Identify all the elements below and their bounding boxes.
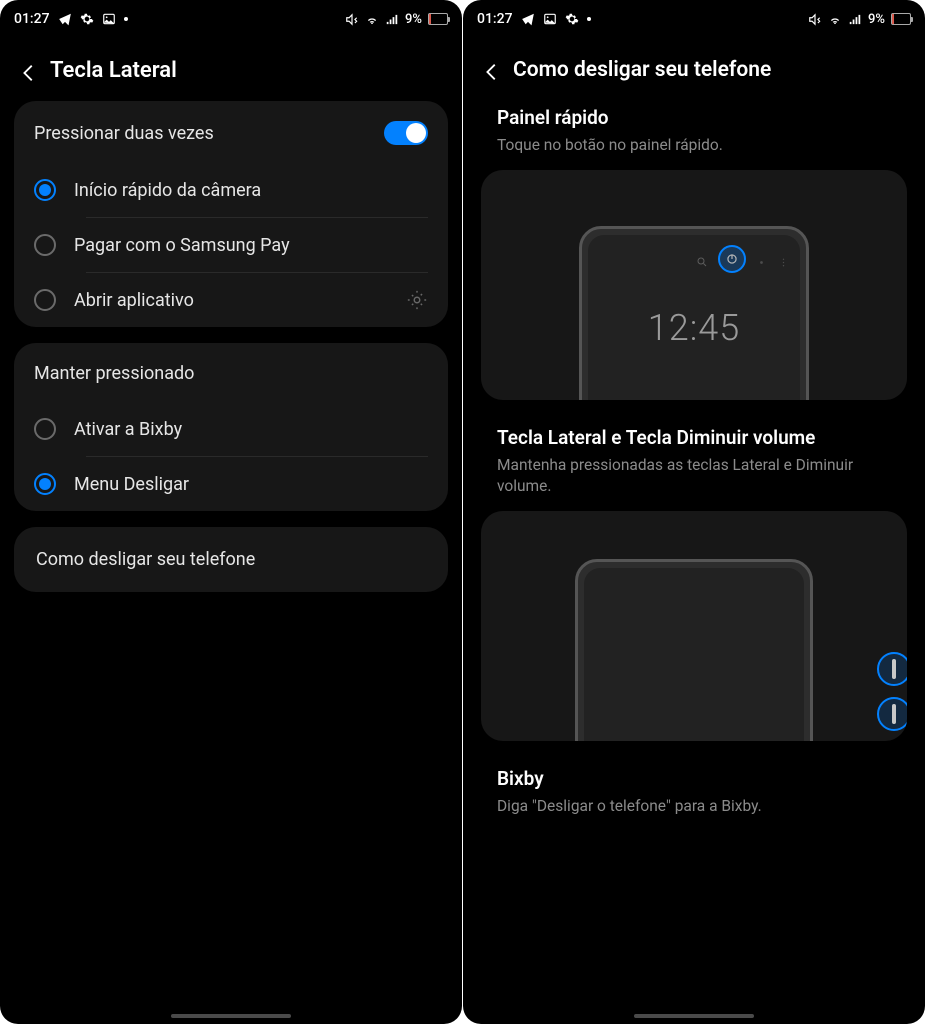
wifi-icon	[828, 12, 842, 26]
status-time: 01:27	[477, 11, 513, 27]
section-title: Tecla Lateral e Tecla Diminuir volume	[481, 420, 907, 451]
telegram-icon	[58, 12, 72, 26]
mock-clock: 12:45	[588, 307, 800, 349]
page-header: Tecla Lateral	[0, 38, 462, 93]
option-label: Menu Desligar	[74, 474, 428, 495]
right-screenshot: 01:27 9%	[463, 0, 925, 1024]
option-bixby[interactable]: Ativar a Bixby	[14, 402, 448, 456]
option-power-menu[interactable]: Menu Desligar	[14, 457, 448, 511]
signal-icon	[385, 12, 399, 26]
more-indicator-icon	[587, 17, 591, 21]
side-key-highlight	[877, 697, 907, 731]
back-button[interactable]	[18, 62, 36, 80]
double-press-toggle[interactable]	[384, 121, 428, 145]
side-key-section: Tecla Lateral e Tecla Diminuir volume Ma…	[477, 420, 911, 741]
left-screenshot: 01:27 9%	[0, 0, 462, 1024]
page-title: Como desligar seu telefone	[513, 58, 771, 82]
section-title: Painel rápido	[481, 100, 907, 131]
more-icon	[778, 253, 790, 265]
double-press-section: Pressionar duas vezes Início rápido da c…	[14, 101, 448, 327]
double-press-header[interactable]: Pressionar duas vezes	[14, 101, 448, 163]
battery-icon	[428, 13, 448, 25]
back-button[interactable]	[481, 61, 499, 79]
gear-icon	[80, 12, 94, 26]
section-label: Pressionar duas vezes	[34, 123, 214, 144]
option-label: Pagar com o Samsung Pay	[74, 235, 428, 256]
status-bar: 01:27 9%	[463, 0, 925, 38]
option-camera[interactable]: Início rápido da câmera	[14, 163, 448, 217]
bixby-section: Bixby Diga "Desligar o telefone" para a …	[477, 761, 911, 831]
section-label: Manter pressionado	[34, 363, 194, 384]
nav-handle[interactable]	[171, 1014, 291, 1018]
more-indicator-icon	[124, 17, 128, 21]
wifi-icon	[365, 12, 379, 26]
how-to-power-off-link[interactable]: Como desligar seu telefone	[14, 527, 448, 592]
mock-phone	[575, 559, 813, 741]
page-title: Tecla Lateral	[50, 58, 177, 83]
section-title: Bixby	[481, 761, 907, 792]
radio-icon	[34, 473, 56, 495]
option-label: Abrir aplicativo	[74, 290, 388, 311]
option-samsung-pay[interactable]: Pagar com o Samsung Pay	[14, 218, 448, 272]
quick-panel-illustration: 12:45	[481, 170, 907, 400]
radio-icon	[34, 179, 56, 201]
content-area: Pressionar duas vezes Início rápido da c…	[0, 93, 462, 1024]
option-label: Início rápido da câmera	[74, 180, 428, 201]
battery-icon	[891, 13, 911, 25]
section-desc: Mantenha pressionadas as teclas Lateral …	[481, 451, 907, 511]
section-desc: Diga "Desligar o telefone" para a Bixby.	[481, 792, 907, 831]
signal-icon	[848, 12, 862, 26]
mute-icon	[345, 12, 359, 26]
search-icon	[696, 253, 708, 265]
gear-icon	[565, 12, 579, 26]
nav-handle[interactable]	[634, 1014, 754, 1018]
radio-icon	[34, 289, 56, 311]
mute-icon	[808, 12, 822, 26]
content-area: Painel rápido Toque no botão no painel r…	[463, 92, 925, 1024]
side-key-illustration	[481, 511, 907, 741]
volume-down-highlight	[877, 652, 907, 686]
radio-icon	[34, 418, 56, 440]
status-bar: 01:27 9%	[0, 0, 462, 38]
battery-percent: 9%	[868, 12, 885, 27]
telegram-icon	[521, 12, 535, 26]
quick-panel-section: Painel rápido Toque no botão no painel r…	[477, 100, 911, 400]
long-press-header: Manter pressionado	[14, 343, 448, 402]
battery-percent: 9%	[405, 12, 422, 27]
section-desc: Toque no botão no painel rápido.	[481, 131, 907, 170]
image-icon	[102, 12, 116, 26]
power-icon-highlight	[718, 245, 746, 273]
option-label: Ativar a Bixby	[74, 419, 428, 440]
image-icon	[543, 12, 557, 26]
option-open-app[interactable]: Abrir aplicativo	[14, 273, 448, 327]
open-app-settings-button[interactable]	[406, 289, 428, 311]
radio-icon	[34, 234, 56, 256]
status-time: 01:27	[14, 11, 50, 27]
long-press-section: Manter pressionado Ativar a Bixby Menu D…	[14, 343, 448, 511]
settings-icon	[756, 253, 768, 265]
page-header: Como desligar seu telefone	[463, 38, 925, 92]
link-label: Como desligar seu telefone	[36, 549, 255, 570]
mock-phone: 12:45	[579, 226, 809, 400]
